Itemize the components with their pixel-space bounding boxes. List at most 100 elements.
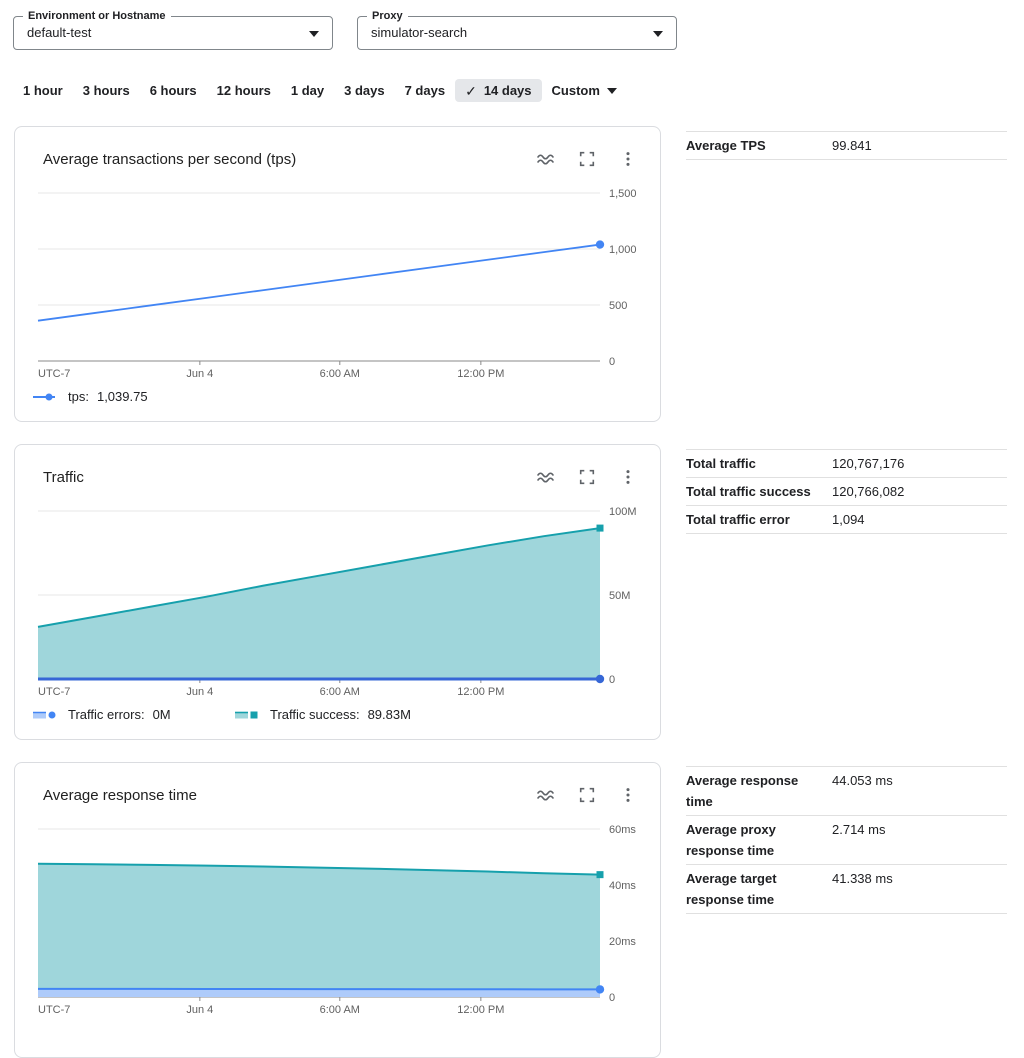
chart-title: Traffic <box>43 469 84 486</box>
traffic-stats-table: Total traffic120,767,176Total traffic su… <box>686 449 1007 534</box>
svg-text:12:00 PM: 12:00 PM <box>457 368 504 380</box>
svg-text:1,000: 1,000 <box>609 244 637 256</box>
stat-label: Total traffic <box>686 453 832 474</box>
traffic-chart-legend: Traffic errors:0MTraffic success:89.83M <box>15 707 660 722</box>
more-options-icon[interactable] <box>618 467 638 487</box>
svg-text:500: 500 <box>609 300 627 312</box>
svg-text:12:00 PM: 12:00 PM <box>457 686 504 698</box>
stat-value: 120,767,176 <box>832 453 904 474</box>
legend-item[interactable]: tps: 1,039.75 <box>32 389 148 404</box>
environment-select-label: Environment or Hostname <box>23 9 171 23</box>
time-range-label: 14 days <box>484 83 532 98</box>
card-actions <box>536 467 638 487</box>
response-time-stats-table: Average response time44.053 msAverage pr… <box>686 766 1007 914</box>
stat-label: Average response time <box>686 770 832 812</box>
svg-text:Jun 4: Jun 4 <box>186 686 213 698</box>
svg-text:UTC-7: UTC-7 <box>38 686 70 698</box>
legend-item[interactable]: Traffic success:89.83M <box>234 707 411 722</box>
legend-value: 1,039.75 <box>97 389 148 404</box>
stat-label: Average TPS <box>686 135 832 156</box>
environment-select[interactable]: Environment or Hostname default-test <box>13 16 333 50</box>
time-range-label: 12 hours <box>217 83 271 98</box>
dropdown-arrow-icon <box>607 88 617 94</box>
svg-text:6:00 AM: 6:00 AM <box>320 1004 360 1016</box>
dropdown-arrow-icon <box>309 31 319 37</box>
chart-type-icon[interactable] <box>536 149 556 169</box>
time-range-3-hours[interactable]: 3 hours <box>73 79 140 102</box>
stat-row: Total traffic error1,094 <box>686 505 1007 534</box>
card-header: Average transactions per second (tps) <box>15 127 660 169</box>
time-range-12-hours[interactable]: 12 hours <box>207 79 281 102</box>
card-header: Traffic <box>15 445 660 487</box>
stat-row: Average TPS99.841 <box>686 131 1007 160</box>
main-content: Average transactions per second (tps) <box>0 126 1024 1058</box>
time-range-label: Custom <box>552 83 600 98</box>
stat-row: Average target response time41.338 ms <box>686 864 1007 914</box>
svg-text:6:00 AM: 6:00 AM <box>320 368 360 380</box>
tps-chart: 1,500 1,000 500 0 UTC-7 Jun 4 6:00 AM 12:00 PM <box>15 181 660 387</box>
stat-label: Average target response time <box>686 868 832 910</box>
time-range-6-hours[interactable]: 6 hours <box>140 79 207 102</box>
stat-value: 1,094 <box>832 509 865 530</box>
svg-text:20ms: 20ms <box>609 936 636 948</box>
chart-title: Average response time <box>43 787 197 804</box>
charts-column: Average transactions per second (tps) <box>14 126 661 1058</box>
legend-label: tps: <box>68 389 89 404</box>
stat-row: Total traffic success120,766,082 <box>686 477 1007 505</box>
fullscreen-icon[interactable] <box>577 467 597 487</box>
legend-swatch-icon <box>234 709 262 721</box>
time-range-3-days[interactable]: 3 days <box>334 79 394 102</box>
proxy-performance-dashboard: Environment or Hostname default-test Pro… <box>0 0 1024 1058</box>
stat-value: 120,766,082 <box>832 481 904 502</box>
chart-type-icon[interactable] <box>536 785 556 805</box>
check-icon: ✓ <box>465 84 477 98</box>
time-range-label: 3 hours <box>83 83 130 98</box>
time-range-label: 7 days <box>405 83 445 98</box>
card-header: Average response time <box>15 763 660 805</box>
legend-swatch-icon <box>32 391 60 403</box>
svg-text:0: 0 <box>609 992 615 1004</box>
chart-card-traffic: Traffic 100M50M0UTC-7Jun 46:00 AM12:00 <box>14 444 661 740</box>
time-range-selector: 1 hour 3 hours 6 hours 12 hours 1 day 3 days 7… <box>13 79 1024 102</box>
proxy-select-label: Proxy <box>367 9 408 23</box>
svg-text:UTC-7: UTC-7 <box>38 368 70 380</box>
more-options-icon[interactable] <box>618 149 638 169</box>
svg-text:60ms: 60ms <box>609 824 636 836</box>
dropdown-arrow-icon <box>653 31 663 37</box>
svg-text:0: 0 <box>609 356 615 368</box>
chart-card-tps: Average transactions per second (tps) <box>14 126 661 422</box>
legend-value: 89.83M <box>368 707 411 722</box>
tps-chart-legend: tps: 1,039.75 <box>15 389 660 404</box>
time-range-1-day[interactable]: 1 day <box>281 79 334 102</box>
time-range-label: 3 days <box>344 83 384 98</box>
fullscreen-icon[interactable] <box>577 785 597 805</box>
svg-text:50M: 50M <box>609 590 630 602</box>
legend-label: Traffic errors: <box>68 707 145 722</box>
time-range-1-hour[interactable]: 1 hour <box>13 79 73 102</box>
svg-text:12:00 PM: 12:00 PM <box>457 1004 504 1016</box>
stat-row: Average proxy response time2.714 ms <box>686 815 1007 864</box>
fullscreen-icon[interactable] <box>577 149 597 169</box>
stat-label: Average proxy response time <box>686 819 832 861</box>
svg-text:6:00 AM: 6:00 AM <box>320 686 360 698</box>
stat-label: Total traffic error <box>686 509 832 530</box>
svg-text:1,500: 1,500 <box>609 188 637 200</box>
time-range-custom[interactable]: Custom <box>542 79 627 102</box>
legend-swatch-icon <box>32 709 60 721</box>
traffic-chart: 100M50M0UTC-7Jun 46:00 AM12:00 PM <box>15 499 660 705</box>
svg-text:Jun 4: Jun 4 <box>186 368 213 380</box>
time-range-14-days[interactable]: ✓ 14 days <box>455 79 541 102</box>
svg-text:40ms: 40ms <box>609 880 636 892</box>
chart-title: Average transactions per second (tps) <box>43 151 296 168</box>
more-options-icon[interactable] <box>618 785 638 805</box>
stat-label: Total traffic success <box>686 481 832 502</box>
chart-type-icon[interactable] <box>536 467 556 487</box>
time-range-7-days[interactable]: 7 days <box>395 79 455 102</box>
time-range-label: 1 hour <box>23 83 63 98</box>
svg-text:0: 0 <box>609 674 615 686</box>
tps-stats-table: Average TPS99.841 <box>686 131 1007 160</box>
proxy-select[interactable]: Proxy simulator-search <box>357 16 677 50</box>
filters-row: Environment or Hostname default-test Pro… <box>0 0 1024 50</box>
stat-value: 99.841 <box>832 135 872 156</box>
legend-item[interactable]: Traffic errors:0M <box>32 707 234 722</box>
